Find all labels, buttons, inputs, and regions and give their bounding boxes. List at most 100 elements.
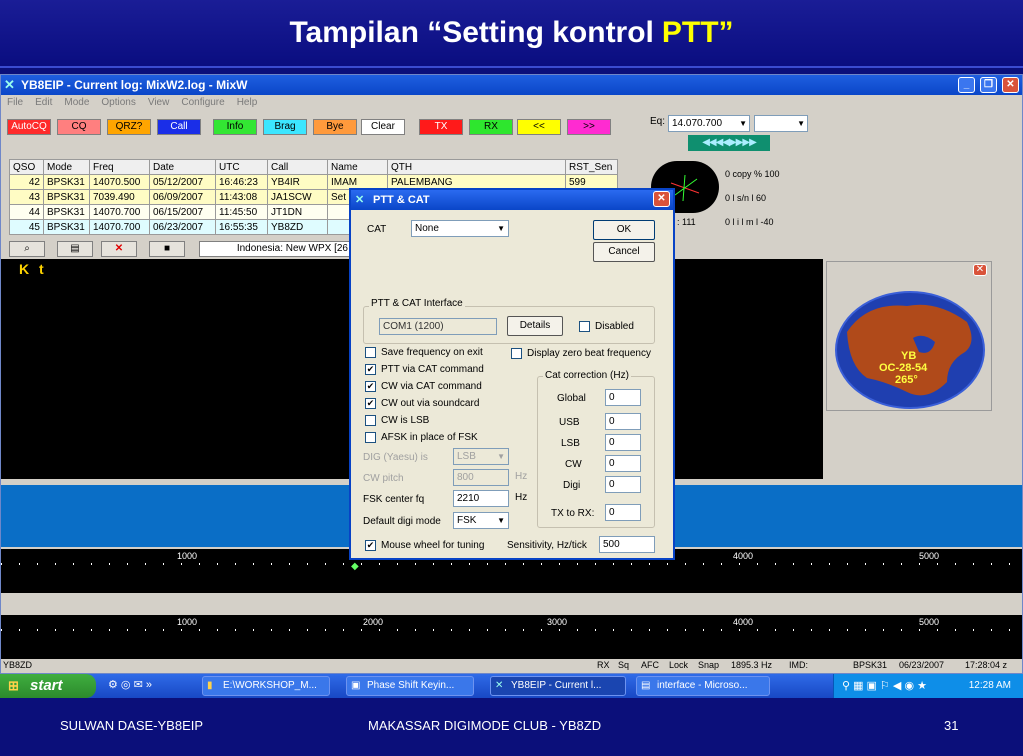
macro-info-button[interactable]: Info bbox=[213, 119, 257, 135]
status-imd: IMD: bbox=[789, 660, 808, 670]
status-rx[interactable]: RX bbox=[597, 660, 610, 670]
cw-lsb-checkbox[interactable] bbox=[365, 415, 376, 426]
ok-button[interactable]: OK bbox=[593, 220, 655, 240]
cw-sound-checkbox[interactable]: ✔ bbox=[365, 398, 376, 409]
prev-button[interactable]: << bbox=[517, 119, 561, 135]
restore-icon[interactable]: ❐ bbox=[980, 77, 997, 93]
chevron-down-icon: ▼ bbox=[739, 119, 747, 128]
txrx-value: 0 bbox=[609, 507, 615, 518]
status-afc[interactable]: AFC bbox=[641, 660, 659, 670]
col-name[interactable]: Name bbox=[327, 159, 388, 175]
disabled-checkbox[interactable] bbox=[579, 321, 590, 332]
cat-select[interactable]: None ▼ bbox=[411, 220, 509, 237]
cw-lsb-label: CW is LSB bbox=[381, 415, 430, 426]
menu-view[interactable]: View bbox=[148, 97, 170, 108]
cell: 06/23/2007 bbox=[149, 219, 216, 235]
next-button[interactable]: >> bbox=[567, 119, 611, 135]
menu-file[interactable]: File bbox=[7, 97, 23, 108]
dig-select[interactable]: LSB ▼ bbox=[453, 448, 509, 465]
dialog-close-icon[interactable]: ✕ bbox=[653, 191, 670, 207]
menu-options[interactable]: Options bbox=[101, 97, 135, 108]
scale-ticks bbox=[1, 629, 1022, 631]
cw-value: 0 bbox=[609, 458, 615, 469]
col-freq[interactable]: Freq bbox=[89, 159, 150, 175]
status-sq[interactable]: Sq bbox=[618, 660, 629, 670]
col-qso[interactable]: QSO bbox=[9, 159, 44, 175]
usb-value: 0 bbox=[609, 416, 615, 427]
wheel-checkbox[interactable]: ✔ bbox=[365, 540, 376, 551]
txrx-input[interactable]: 0 bbox=[605, 504, 641, 521]
delete-icon[interactable]: ✕ bbox=[101, 241, 137, 257]
macro-qrz-button[interactable]: QRZ? bbox=[107, 119, 151, 135]
fsk-value: 2210 bbox=[457, 493, 480, 504]
global-input[interactable]: 0 bbox=[605, 389, 641, 406]
macro-clear-button[interactable]: Clear bbox=[361, 119, 405, 135]
meter-111: : 111 bbox=[677, 217, 696, 227]
macro-cq-button[interactable]: CQ bbox=[57, 119, 101, 135]
tray-icons[interactable]: ⚲ ▦ ▣ ⚐ ◀ ◉ ★ bbox=[834, 674, 927, 698]
col-qth[interactable]: QTH bbox=[387, 159, 566, 175]
zero-beat-checkbox[interactable] bbox=[511, 348, 522, 359]
col-rst[interactable]: RST_Sen bbox=[565, 159, 618, 175]
col-call[interactable]: Call bbox=[267, 159, 328, 175]
macro-call-button[interactable]: Call bbox=[157, 119, 201, 135]
globe-grid: OC-28-54 bbox=[879, 362, 928, 374]
status-mode: BPSK31 bbox=[853, 660, 888, 670]
taskbar-item-psk[interactable]: ▣ Phase Shift Keyin... bbox=[346, 676, 474, 696]
col-date[interactable]: Date bbox=[149, 159, 216, 175]
status-snap[interactable]: Snap bbox=[698, 660, 719, 670]
cw-cat-checkbox[interactable]: ✔ bbox=[365, 381, 376, 392]
menu-configure[interactable]: Configure bbox=[181, 97, 224, 108]
mixw-icon: ✕ bbox=[495, 680, 504, 691]
cw-input[interactable]: 0 bbox=[605, 455, 641, 472]
ptt-cat-checkbox[interactable]: ✔ bbox=[365, 364, 376, 375]
edit-icon[interactable]: ▤ bbox=[57, 241, 93, 257]
cell: BPSK31 bbox=[43, 219, 90, 235]
slide-title-main: Tampilan “Setting kontrol bbox=[289, 16, 654, 49]
lsb-input[interactable]: 0 bbox=[605, 434, 641, 451]
interface-field[interactable]: COM1 (1200) bbox=[379, 318, 497, 335]
taskbar-item-mixw[interactable]: ✕ YB8EIP - Current l... bbox=[490, 676, 626, 696]
tuning-arrows[interactable]: ◀◀◀◀▶▶▶▶ bbox=[688, 135, 770, 151]
cell: 43 bbox=[9, 189, 44, 205]
fsk-input[interactable]: 2210 bbox=[453, 490, 509, 507]
cancel-button[interactable]: Cancel bbox=[593, 242, 655, 262]
menu-edit[interactable]: Edit bbox=[35, 97, 52, 108]
freq-mode-select[interactable]: ▼ bbox=[754, 115, 808, 132]
cat-label: CAT bbox=[367, 224, 387, 235]
taskbar-item-word[interactable]: ▤ interface - Microso... bbox=[636, 676, 770, 696]
status-lock[interactable]: Lock bbox=[669, 660, 688, 670]
tx-button[interactable]: TX bbox=[419, 119, 463, 135]
cw-label: CW bbox=[565, 459, 582, 470]
cw-pitch-input[interactable]: 800 bbox=[453, 469, 509, 486]
rx-button[interactable]: RX bbox=[469, 119, 513, 135]
quicklaunch-icons[interactable]: ⚙ ◎ ✉ » bbox=[108, 678, 152, 691]
macro-brag-button[interactable]: Brag bbox=[263, 119, 307, 135]
macro-bye-button[interactable]: Bye bbox=[313, 119, 357, 135]
slide-title-highlight: PTT” bbox=[661, 16, 734, 49]
binoculars-icon[interactable]: ⌕ bbox=[9, 241, 45, 257]
menu-mode[interactable]: Mode bbox=[64, 97, 89, 108]
digi-input[interactable]: 0 bbox=[605, 476, 641, 493]
macro-autocq-button[interactable]: AutoCQ bbox=[7, 119, 51, 135]
digi-mode-select[interactable]: FSK ▼ bbox=[453, 512, 509, 529]
sensitivity-input[interactable]: 500 bbox=[599, 536, 655, 553]
freq-select[interactable]: 14.070.700 ▼ bbox=[668, 115, 750, 132]
minimize-icon[interactable]: _ bbox=[958, 77, 975, 93]
afsk-checkbox[interactable] bbox=[365, 432, 376, 443]
start-button[interactable]: ⊞ start bbox=[0, 674, 96, 698]
globe-call: YB bbox=[901, 350, 917, 362]
cursor-marker[interactable]: ◆ bbox=[351, 561, 359, 575]
taskbar-item-explorer[interactable]: ▮ E:\WORKSHOP_M... bbox=[202, 676, 330, 696]
save-freq-checkbox[interactable] bbox=[365, 347, 376, 358]
save-icon[interactable]: ■ bbox=[149, 241, 185, 257]
col-mode[interactable]: Mode bbox=[43, 159, 90, 175]
col-utc[interactable]: UTC bbox=[215, 159, 268, 175]
digi-mode-value: FSK bbox=[457, 515, 477, 526]
frequency-scale-bottom[interactable]: 1000 2000 3000 4000 5000 bbox=[1, 615, 1022, 659]
sensitivity-label: Sensitivity, Hz/tick bbox=[507, 540, 587, 551]
menu-help[interactable]: Help bbox=[237, 97, 258, 108]
close-icon[interactable]: ✕ bbox=[1002, 77, 1019, 93]
details-button[interactable]: Details bbox=[507, 316, 563, 336]
usb-input[interactable]: 0 bbox=[605, 413, 641, 430]
